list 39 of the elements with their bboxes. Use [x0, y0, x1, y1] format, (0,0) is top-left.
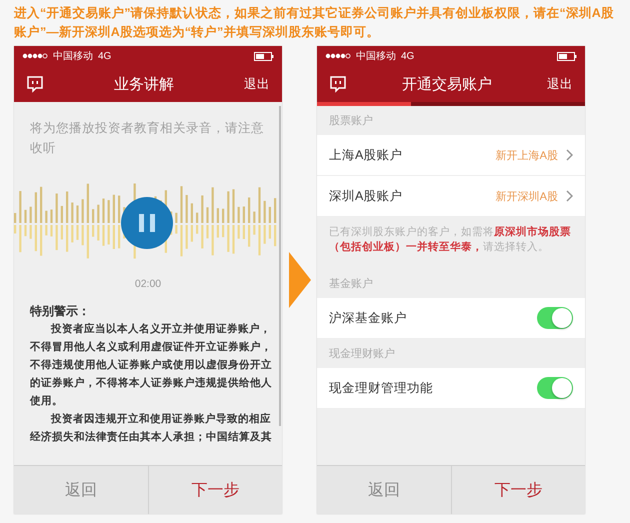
chat-icon[interactable] — [26, 75, 44, 93]
warning-paragraph: 投资者因违规开立和使用证券账户导致的相应经济损失和法律责任由其本人承担；中国结算及其 — [30, 412, 272, 445]
list-row[interactable]: 深圳A股账户 新开深圳A股 — [317, 176, 585, 217]
arrow-icon — [288, 252, 310, 308]
carrier-label: 中国移动 — [356, 50, 396, 63]
warning-title: 特别警示： — [30, 303, 91, 320]
row-action-label: 新开上海A股 — [496, 148, 558, 162]
network-label: 4G — [98, 50, 112, 62]
section-header: 现金理财账户 — [328, 346, 396, 362]
battery-icon — [254, 52, 274, 60]
screen-title: 业务讲解 — [113, 74, 175, 94]
row-action-label: 新开深圳A股 — [496, 190, 558, 204]
battery-icon — [557, 52, 577, 60]
section-header: 股票账户 — [328, 114, 374, 129]
section-header: 基金账户 — [328, 276, 374, 292]
pause-button[interactable] — [121, 197, 173, 249]
chevron-icon — [566, 190, 573, 202]
row-label: 深圳A股账户 — [329, 188, 404, 204]
warning-paragraph: 投资者应当以本人名义开立并使用证券账户，不得冒用他人名义或利用虚假证件开立证券账户，不得违规使用他人证券账户或使用以虚假身份开立的证券账户，不得将本人证券账户违规提供给他人使用。 — [30, 322, 272, 409]
exit-button[interactable]: 退出 — [547, 76, 573, 92]
signal-icon — [325, 53, 351, 59]
time-label: 02:00 — [134, 278, 162, 290]
signal-icon — [22, 53, 48, 59]
pause-icon — [138, 213, 156, 233]
chat-icon[interactable] — [329, 75, 347, 93]
row-label: 沪深基金账户 — [329, 310, 408, 326]
exit-button[interactable]: 退出 — [244, 76, 270, 92]
network-label: 4G — [401, 50, 414, 62]
toggle-switch[interactable] — [537, 307, 573, 329]
caption-text: 进入“开通交易账户”请保持默认状态，如果之前有过其它证券公司账户并具有创业板权限，请在“深圳A股账户”—新开深圳A股选项选为“转户”并填写深圳股东账号即可。 — [12, 5, 615, 41]
note-text: 已有深圳股东账户的客户，如需将原深圳市场股票（包括创业板）一并转至华泰，请选择转入。 — [328, 224, 572, 255]
carrier-label: 中国移动 — [53, 50, 93, 63]
row-label: 现金理财管理功能 — [329, 380, 434, 396]
chevron-icon — [566, 149, 573, 161]
toggle-switch[interactable] — [537, 377, 573, 399]
list-row[interactable]: 上海A股账户 新开上海A股 — [317, 135, 585, 176]
intro-text: 将为您播放投资者教育相关录音，请注意收听 — [29, 120, 265, 157]
screen-title: 开通交易账户 — [401, 74, 493, 94]
row-label: 上海A股账户 — [329, 146, 404, 164]
